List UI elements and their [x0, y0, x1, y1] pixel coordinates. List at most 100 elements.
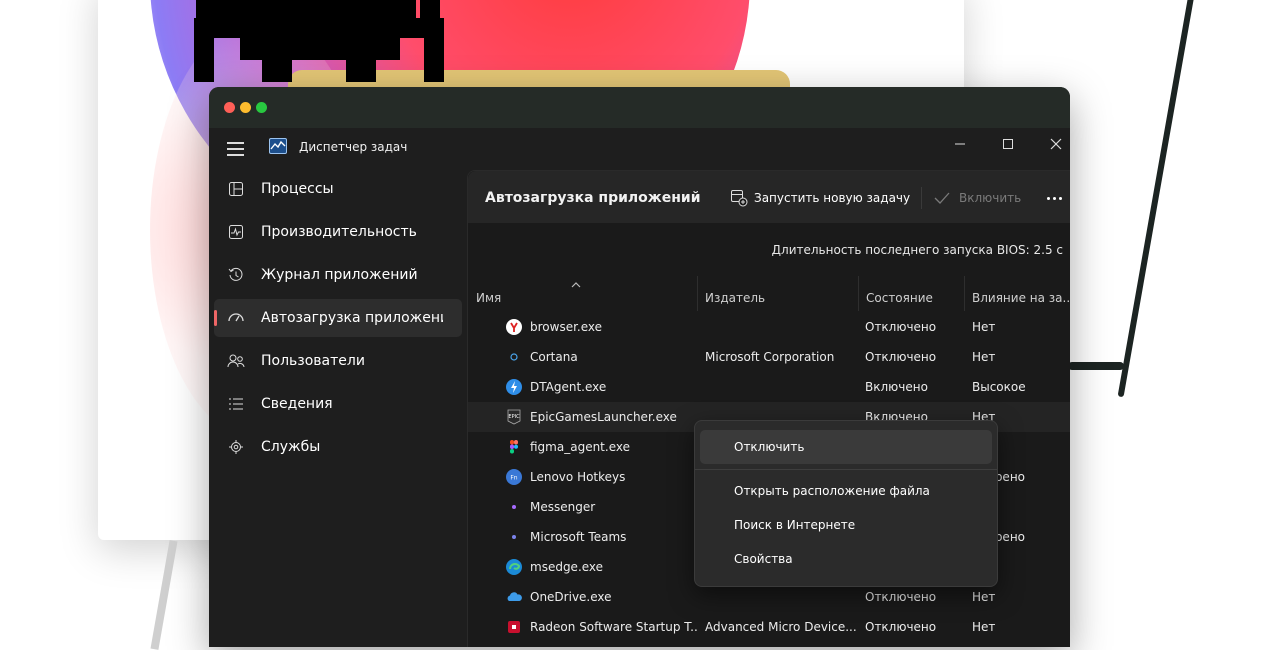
context-menu-disable[interactable]: Отключить — [700, 430, 992, 464]
sidebar-item-details[interactable]: Сведения — [214, 385, 462, 423]
page-title: Автозагрузка приложений — [485, 190, 701, 206]
column-header-label: Издатель — [705, 291, 766, 305]
column-header-label: Влияние на за... — [972, 291, 1070, 305]
row-state: Отключено — [865, 320, 937, 334]
row-name: OneDrive.exe — [530, 590, 612, 604]
sidebar-item-label: Производительность — [261, 224, 417, 240]
sidebar-item-label: Службы — [261, 439, 321, 455]
edge-icon — [506, 559, 522, 575]
row-name: DTAgent.exe — [530, 380, 607, 394]
maximize-dot[interactable] — [256, 102, 267, 113]
bios-time-label: Длительность последнего запуска BIOS: 2.… — [771, 243, 1063, 257]
details-icon — [226, 394, 246, 414]
context-menu-label: Открыть расположение файла — [734, 484, 930, 498]
row-state: Включено — [865, 380, 928, 394]
row-name: Messenger — [530, 500, 596, 514]
close-icon — [1050, 138, 1062, 150]
command-bar: Автозагрузка приложений Запустить новую … — [468, 171, 1070, 223]
minimize-icon — [955, 143, 965, 145]
checkmark-icon — [934, 192, 950, 204]
yandex-browser-icon — [506, 319, 522, 335]
row-name: Cortana — [530, 350, 578, 364]
task-manager-logo-icon — [269, 138, 287, 154]
sidebar-item-label: Пользователи — [261, 353, 365, 369]
svg-text:EPIC: EPIC — [508, 414, 520, 420]
context-menu-open-file-location[interactable]: Открыть расположение файла — [700, 474, 992, 508]
column-header-name[interactable]: Имя — [468, 276, 698, 311]
sidebar-item-label: Журнал приложений — [261, 267, 418, 283]
sidebar-item-processes[interactable]: Процессы — [214, 170, 462, 208]
table-row[interactable]: browser.exe Отключено Нет — [468, 312, 1070, 342]
sidebar-item-services[interactable]: Службы — [214, 428, 462, 466]
column-header-status[interactable]: Состояние — [858, 276, 965, 311]
app-title: Диспетчер задач — [299, 140, 408, 154]
table-row[interactable]: DTAgent.exe Включено Высокое — [468, 372, 1070, 402]
context-menu-properties[interactable]: Свойства — [700, 542, 992, 576]
table-row[interactable]: Cortana Microsoft Corporation Отключено … — [468, 342, 1070, 372]
epic-games-icon: EPIC — [507, 409, 521, 425]
users-icon — [226, 351, 246, 371]
row-impact: Нет — [972, 620, 996, 634]
sidebar-item-startup-apps[interactable]: Автозагрузка приложений — [214, 299, 462, 337]
app-titlebar: Диспетчер задач — [209, 128, 1070, 168]
sidebar-item-label: Процессы — [261, 181, 334, 197]
sidebar: Процессы Производительность Журнал прило… — [209, 170, 467, 471]
column-header-label: Состояние — [866, 291, 933, 305]
lenovo-hotkeys-icon: Fn — [506, 469, 522, 485]
more-options-icon[interactable] — [1042, 185, 1066, 211]
background-line-connector — [1068, 362, 1124, 370]
column-header-label: Имя — [476, 291, 502, 305]
sidebar-item-performance[interactable]: Производительность — [214, 213, 462, 251]
services-icon — [226, 437, 246, 457]
row-impact: Нет — [972, 590, 996, 604]
run-new-task-label: Запустить новую задачу — [754, 191, 911, 205]
cortana-icon — [510, 353, 518, 361]
context-menu-divider — [695, 469, 997, 470]
context-menu: Отключить Открыть расположение файла Пои… — [694, 420, 998, 587]
context-menu-search-online[interactable]: Поиск в Интернете — [700, 508, 992, 542]
minimize-button[interactable] — [936, 128, 984, 160]
row-state: Отключено — [865, 620, 937, 634]
close-button[interactable] — [1032, 128, 1070, 160]
context-menu-label: Отключить — [734, 440, 805, 454]
row-name: browser.exe — [530, 320, 603, 334]
column-header-publisher[interactable]: Издатель — [697, 276, 859, 311]
sidebar-item-app-history[interactable]: Журнал приложений — [214, 256, 462, 294]
startup-apps-icon — [226, 308, 246, 328]
maximize-button[interactable] — [984, 128, 1032, 160]
run-new-task-button[interactable]: Запустить новую задачу — [730, 185, 910, 211]
table-row[interactable]: Radeon Software Startup T... Advanced Mi… — [468, 612, 1070, 642]
context-menu-label: Поиск в Интернете — [734, 518, 856, 532]
figma-icon — [510, 440, 518, 454]
row-name: Radeon Software Startup T... — [530, 620, 698, 634]
row-state: Отключено — [865, 350, 937, 364]
teams-icon — [512, 535, 516, 539]
column-header-impact[interactable]: Влияние на за... — [964, 276, 1070, 311]
close-dot[interactable] — [224, 102, 235, 113]
enable-label: Включить — [959, 191, 1022, 205]
minimize-dot[interactable] — [240, 102, 251, 113]
row-name: Lenovo Hotkeys — [530, 470, 626, 484]
row-name: EpicGamesLauncher.exe — [530, 410, 677, 424]
radeon-icon — [508, 621, 520, 633]
svg-text:Fn: Fn — [510, 475, 517, 482]
sidebar-item-users[interactable]: Пользователи — [214, 342, 462, 380]
enable-button[interactable]: Включить — [934, 185, 1021, 211]
run-new-task-icon — [731, 190, 748, 207]
processes-icon — [226, 179, 246, 199]
mac-titlebar — [209, 87, 1070, 128]
row-publisher: Microsoft Corporation — [705, 350, 835, 364]
context-menu-label: Свойства — [734, 552, 793, 566]
row-impact: Нет — [972, 350, 996, 364]
row-impact: Нет — [972, 320, 996, 334]
row-impact: Высокое — [972, 380, 1026, 394]
onedrive-icon — [507, 592, 522, 601]
maximize-icon — [1003, 139, 1013, 149]
row-name: figma_agent.exe — [530, 440, 630, 454]
background-line — [1117, 0, 1197, 398]
app-history-icon — [226, 265, 246, 285]
row-name: msedge.exe — [530, 560, 604, 574]
sidebar-item-label: Сведения — [261, 396, 333, 412]
hamburger-menu-icon[interactable] — [227, 142, 245, 156]
row-name: Microsoft Teams — [530, 530, 627, 544]
